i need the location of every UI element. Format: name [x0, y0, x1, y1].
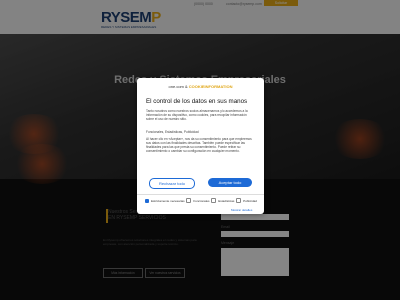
consent-purposes: Funcionales, Estadísticas, Publicidad [146, 130, 199, 134]
option-statistics[interactable]: Estadísticas [210, 198, 234, 204]
option-marketing[interactable]: Publicidad [235, 198, 257, 204]
consent-text: Tanto nosotros como nuestros socios alma… [146, 109, 248, 121]
consent-divider [137, 194, 264, 195]
option-necessary[interactable]: Estrictamente necesarias [145, 198, 185, 203]
checkbox-icon [235, 198, 242, 204]
cookie-consent-dialog: one.com & COOKIEINFORMATION El control d… [137, 78, 264, 214]
checkbox-icon [185, 198, 192, 204]
checkbox-checked-icon [145, 198, 149, 203]
checkbox-icon [210, 198, 217, 204]
accept-all-button[interactable]: Aceptar todo [208, 178, 252, 187]
consent-title: El control de los datos en sus manos [146, 98, 248, 105]
reject-all-button[interactable]: Rechazar todo [149, 178, 195, 189]
option-functional[interactable]: Funcionales [185, 198, 210, 204]
show-details-link[interactable]: Mostrar detalles [231, 208, 252, 212]
consent-options: Estrictamente necesarias Funcionales Est… [145, 198, 257, 204]
consent-partner-line: one.com & COOKIEINFORMATION [168, 84, 233, 89]
consent-text-2: Al hacer clic en «Aceptar», nos da su co… [146, 137, 252, 153]
